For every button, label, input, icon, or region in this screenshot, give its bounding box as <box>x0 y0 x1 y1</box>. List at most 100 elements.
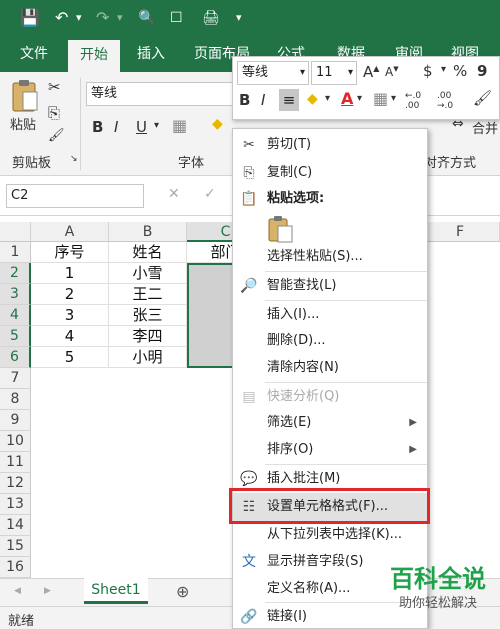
save-icon[interactable]: 💾 <box>20 0 40 36</box>
table-cell[interactable]: 1 <box>31 263 109 284</box>
row-header[interactable]: 10 <box>0 431 31 452</box>
paste-button[interactable]: 粘贴 <box>10 114 36 133</box>
tab-insert[interactable]: 插入 <box>126 36 176 72</box>
table-cell[interactable]: 2 <box>31 284 109 305</box>
select-all-corner[interactable] <box>0 222 31 242</box>
menu-item-paste-special[interactable]: 选择性粘贴(S)... <box>233 243 427 271</box>
clipboard-icon[interactable] <box>10 78 40 114</box>
table-cell[interactable]: 姓名 <box>109 242 187 263</box>
borders-icon[interactable]: ▦ <box>172 116 187 135</box>
row-header[interactable]: 12 <box>0 473 31 494</box>
table-cell[interactable]: 3 <box>31 305 109 326</box>
comma-style-icon[interactable]: 9 <box>477 62 487 80</box>
percent-icon[interactable]: % <box>453 62 467 80</box>
mini-font-name[interactable]: 等线 ▾ <box>237 61 309 85</box>
table-cell[interactable]: 小明 <box>109 347 187 368</box>
name-box[interactable]: C2 <box>6 184 144 208</box>
currency-dropdown-icon[interactable]: ▾ <box>441 64 446 75</box>
table-cell[interactable]: 4 <box>31 326 109 347</box>
copy-icon: ⎘ <box>243 165 255 181</box>
row-header[interactable]: 5 <box>0 326 31 347</box>
menu-item-filter[interactable]: 筛选(E) ▶ <box>233 409 427 437</box>
selected-range[interactable] <box>187 263 233 368</box>
column-header-f[interactable]: F <box>421 222 500 242</box>
undo-dropdown-icon[interactable]: ▾ <box>76 0 82 36</box>
print-preview-icon[interactable]: 🔍 <box>138 0 155 36</box>
cancel-icon[interactable]: ✕ <box>168 186 180 202</box>
row-header[interactable]: 11 <box>0 452 31 473</box>
fill-color-icon[interactable]: ◆ <box>212 116 223 132</box>
mini-bold-button[interactable]: B <box>239 91 250 109</box>
mini-fill-color-icon[interactable]: ◆ <box>307 91 318 107</box>
mini-align-button[interactable]: ≡ <box>279 89 299 111</box>
merge-button[interactable]: 合并 <box>472 118 498 137</box>
column-header-a[interactable]: A <box>31 222 109 242</box>
increase-decimal-icon[interactable]: ←.0 .00 <box>405 91 435 111</box>
row-header[interactable]: 16 <box>0 557 31 578</box>
bold-button[interactable]: B <box>92 118 103 136</box>
menu-item-delete[interactable]: 删除(D)... <box>233 327 427 355</box>
cut-icon[interactable]: ✂ <box>48 78 61 96</box>
mini-borders-icon[interactable]: ▦ <box>373 89 388 108</box>
menu-item-insert[interactable]: 插入(I)... <box>233 301 427 329</box>
font-color-dropdown-icon[interactable]: ▾ <box>357 93 362 104</box>
table-cell[interactable]: 5 <box>31 347 109 368</box>
mini-font-size[interactable]: 11 ▾ <box>311 61 357 85</box>
table-cell[interactable]: 王二 <box>109 284 187 305</box>
mini-font-color-icon[interactable]: A <box>341 89 353 108</box>
font-name-box[interactable]: 等线 <box>86 82 234 106</box>
table-cell[interactable]: 序号 <box>31 242 109 263</box>
row-header[interactable]: 13 <box>0 494 31 515</box>
redo-icon[interactable]: ↷ <box>96 0 109 36</box>
shrink-font-icon[interactable]: A▼ <box>385 65 399 79</box>
underline-dropdown-icon[interactable]: ▾ <box>154 120 159 131</box>
redo-dropdown-icon[interactable]: ▾ <box>117 0 123 36</box>
paste-option-icon[interactable] <box>267 215 295 243</box>
format-painter-icon[interactable]: 🖌 <box>48 128 65 143</box>
menu-item-copy[interactable]: ⎘ 复制(C) <box>233 159 427 187</box>
italic-button[interactable]: I <box>114 118 118 136</box>
tab-file[interactable]: 文件 <box>6 36 62 72</box>
chevron-down-icon: ▾ <box>347 67 353 78</box>
row-header[interactable]: 1 <box>0 242 31 263</box>
row-header[interactable]: 8 <box>0 389 31 410</box>
row-header[interactable]: 4 <box>0 305 31 326</box>
prev-sheet-icon[interactable]: ◀ <box>14 586 21 596</box>
currency-icon[interactable]: $ <box>423 62 433 80</box>
fill-dropdown-icon[interactable]: ▾ <box>325 93 330 104</box>
row-header[interactable]: 15 <box>0 536 31 557</box>
table-cell[interactable]: 李四 <box>109 326 187 347</box>
menu-item-smart-lookup[interactable]: 🔎 智能查找(L) <box>233 272 427 300</box>
table-cell[interactable]: 小雪 <box>109 263 187 284</box>
mini-format-painter-icon[interactable]: 🖌 <box>473 89 492 107</box>
row-header[interactable]: 2 <box>0 263 31 284</box>
menu-item-sort[interactable]: 排序(O) ▶ <box>233 436 427 464</box>
add-sheet-icon[interactable]: ⊕ <box>176 582 189 601</box>
menu-item-clear-contents[interactable]: 清除内容(N) <box>233 354 427 382</box>
underline-button[interactable]: U <box>136 118 147 136</box>
touch-mode-icon[interactable]: ☐ <box>170 0 183 36</box>
table-cell[interactable]: 张三 <box>109 305 187 326</box>
borders-dropdown-icon[interactable]: ▾ <box>391 93 396 104</box>
row-header[interactable]: 3 <box>0 284 31 305</box>
next-sheet-icon[interactable]: ▶ <box>44 586 51 596</box>
enter-icon[interactable]: ✓ <box>204 186 216 202</box>
undo-icon[interactable]: ↶ <box>55 0 68 36</box>
sheet-tab-sheet1[interactable]: Sheet1 <box>84 578 148 604</box>
mini-italic-button[interactable]: I <box>261 91 265 109</box>
column-header-b[interactable]: B <box>109 222 187 242</box>
copy-icon[interactable]: ⎘ <box>48 104 60 122</box>
row-header[interactable]: 14 <box>0 515 31 536</box>
clipboard-launcher-icon[interactable]: ↘ <box>70 154 78 164</box>
quick-print-icon[interactable]: 🖨 <box>202 0 220 36</box>
tab-home[interactable]: 开始 <box>68 40 120 72</box>
grow-font-icon[interactable]: A▲ <box>363 63 379 81</box>
menu-item-pick-from-list[interactable]: 从下拉列表中选择(K)... <box>233 521 427 549</box>
row-header[interactable]: 9 <box>0 410 31 431</box>
menu-item-cut[interactable]: ✂ 剪切(T) <box>233 131 427 159</box>
decrease-decimal-icon[interactable]: .00 →.0 <box>437 91 467 111</box>
customize-qat-icon[interactable]: ▾ <box>236 0 242 36</box>
submenu-arrow-icon: ▶ <box>409 417 417 428</box>
row-header[interactable]: 6 <box>0 347 31 368</box>
row-header[interactable]: 7 <box>0 368 31 389</box>
